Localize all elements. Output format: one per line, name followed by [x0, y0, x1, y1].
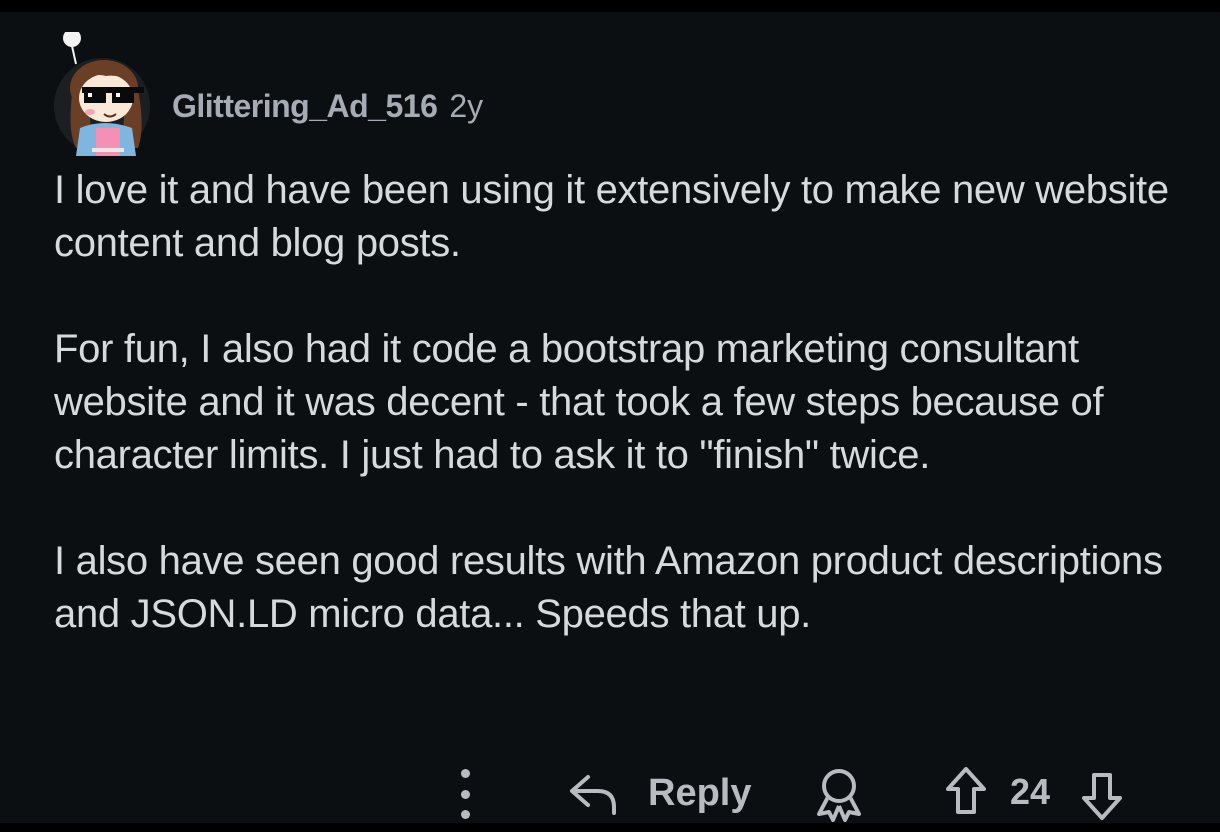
vertical-ellipsis-icon [460, 769, 470, 778]
upvote-button[interactable] [944, 766, 988, 816]
reply-label: Reply [648, 771, 752, 814]
reply-button[interactable]: Reply [568, 768, 751, 818]
comment-action-bar: Reply 24 [440, 752, 1160, 832]
comment-age: 2y [449, 87, 484, 124]
downvote-arrow-icon [1082, 773, 1122, 820]
comment-card: Glittering_Ad_516 2y I love it and have … [0, 12, 1220, 823]
cartoon-avatar-with-pixel-sunglasses-icon [54, 32, 150, 156]
comment-meta: Glittering_Ad_516 2y [172, 86, 483, 126]
reply-arrow-icon [570, 775, 616, 815]
vote-score: 24 [1010, 771, 1051, 812]
comment-paragraph-2: For fun, I also had it code a bootstrap … [54, 327, 1104, 477]
comment-paragraph-3: I also have seen good results with Amazo… [54, 539, 1163, 636]
comment-body: I love it and have been using it extensi… [54, 164, 1194, 694]
upvote-arrow-icon [946, 767, 986, 814]
top-edge-strip [0, 0, 1220, 12]
ellipsis-dot [460, 810, 470, 819]
avatar[interactable] [52, 32, 156, 156]
more-options-button[interactable] [450, 765, 480, 823]
comment-paragraph-1: I love it and have been using it extensi… [54, 168, 1169, 265]
award-button[interactable] [813, 766, 865, 822]
downvote-button[interactable] [1078, 772, 1126, 822]
author-username[interactable]: Glittering_Ad_516 [172, 88, 438, 125]
award-icon [817, 769, 861, 822]
ellipsis-dot [460, 789, 470, 799]
